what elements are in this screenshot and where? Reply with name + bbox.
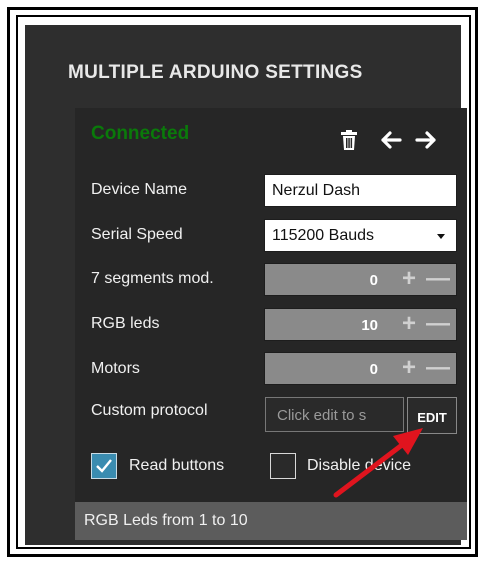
plus-icon[interactable]: + [402,356,416,380]
segments-label: 7 segments mod. [91,270,214,287]
status-footer: RGB Leds from 1 to 10 [75,502,467,540]
minus-icon[interactable]: — [426,267,450,291]
serial-speed-select[interactable]: 115200 Bauds [264,219,457,252]
motors-stepper[interactable]: 0 + — [264,352,457,385]
footer-text: RGB Leds from 1 to 10 [84,512,248,529]
device-name-value: Nerzul Dash [272,182,361,199]
page-title: MULTIPLE ARDUINO SETTINGS [68,62,363,83]
plus-icon[interactable]: + [402,312,416,336]
rgb-leds-value: 10 [361,317,378,334]
serial-speed-label: Serial Speed [91,226,183,243]
chevron-down-icon [437,234,445,239]
edit-button[interactable]: EDIT [407,397,457,434]
serial-speed-value: 115200 Bauds [272,227,375,244]
device-name-input[interactable]: Nerzul Dash [264,174,457,207]
rgb-leds-label: RGB leds [91,315,160,332]
disable-device-checkbox[interactable] [270,453,296,479]
arrow-right-icon[interactable] [415,130,439,155]
device-name-label: Device Name [91,181,188,198]
plus-icon[interactable]: + [402,267,416,291]
trash-icon[interactable] [340,130,358,150]
segments-value: 0 [369,272,378,289]
read-buttons-label[interactable]: Read buttons [129,457,224,475]
read-buttons-checkbox[interactable] [91,453,117,479]
arrow-left-icon[interactable] [378,130,402,155]
check-icon [96,459,112,473]
minus-icon[interactable]: — [426,312,450,336]
segments-stepper[interactable]: 0 + — [264,263,457,296]
motors-value: 0 [369,361,378,378]
rgb-leds-stepper[interactable]: 10 + — [264,308,457,341]
minus-icon[interactable]: — [426,356,450,380]
custom-protocol-input[interactable]: Click edit to s [265,397,404,432]
custom-protocol-label: Custom protocol [91,402,208,419]
disable-device-label[interactable]: Disable device [307,457,411,475]
connection-status: Connected [91,123,190,144]
motors-label: Motors [91,360,140,377]
